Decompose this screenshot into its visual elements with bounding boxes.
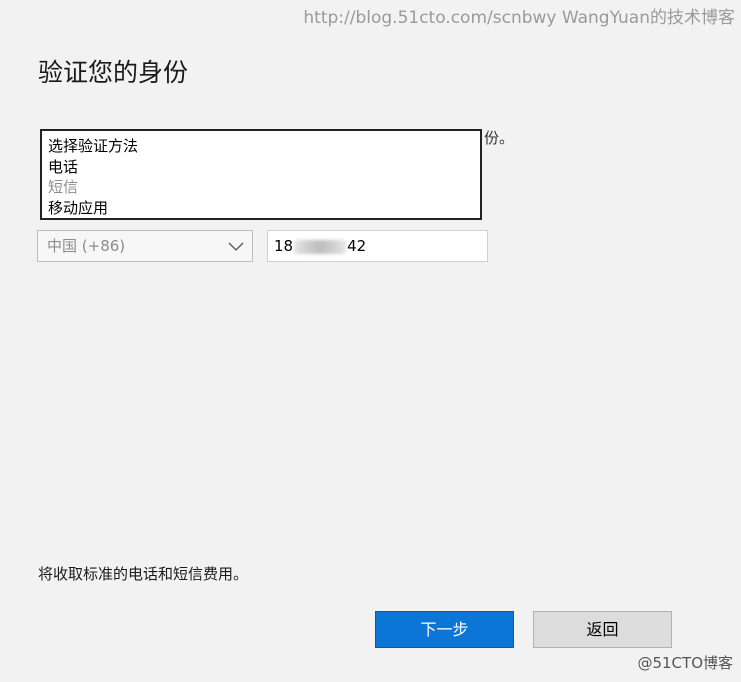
phone-number-input[interactable]: 18 42: [267, 230, 488, 262]
country-code-value: 中国 (+86): [47, 237, 126, 255]
page-title: 验证您的身份: [38, 58, 189, 87]
back-button[interactable]: 返回: [533, 611, 672, 648]
watermark-url: http://blog.51cto.com/scnbwy WangYuan的技术…: [303, 8, 735, 28]
charges-note: 将收取标准的电话和短信费用。: [38, 565, 249, 583]
next-button[interactable]: 下一步: [375, 611, 514, 648]
redacted-digits: [294, 239, 347, 254]
phone-suffix: 42: [347, 237, 367, 255]
country-code-select[interactable]: 中国 (+86): [37, 230, 253, 262]
watermark-brand: @51CTO博客: [637, 654, 733, 672]
phone-prefix: 18: [274, 237, 294, 255]
option-sms: 短信: [48, 178, 79, 196]
option-choose-method[interactable]: 选择验证方法: [48, 136, 474, 157]
instruction-tail: 份。: [484, 129, 515, 147]
option-mobile-app[interactable]: 移动应用: [48, 198, 474, 219]
option-phone-call[interactable]: 电话: [48, 157, 474, 178]
verification-method-dropdown[interactable]: 选择验证方法 电话 短信 移动应用: [40, 129, 482, 220]
chevron-down-icon: [228, 242, 244, 251]
